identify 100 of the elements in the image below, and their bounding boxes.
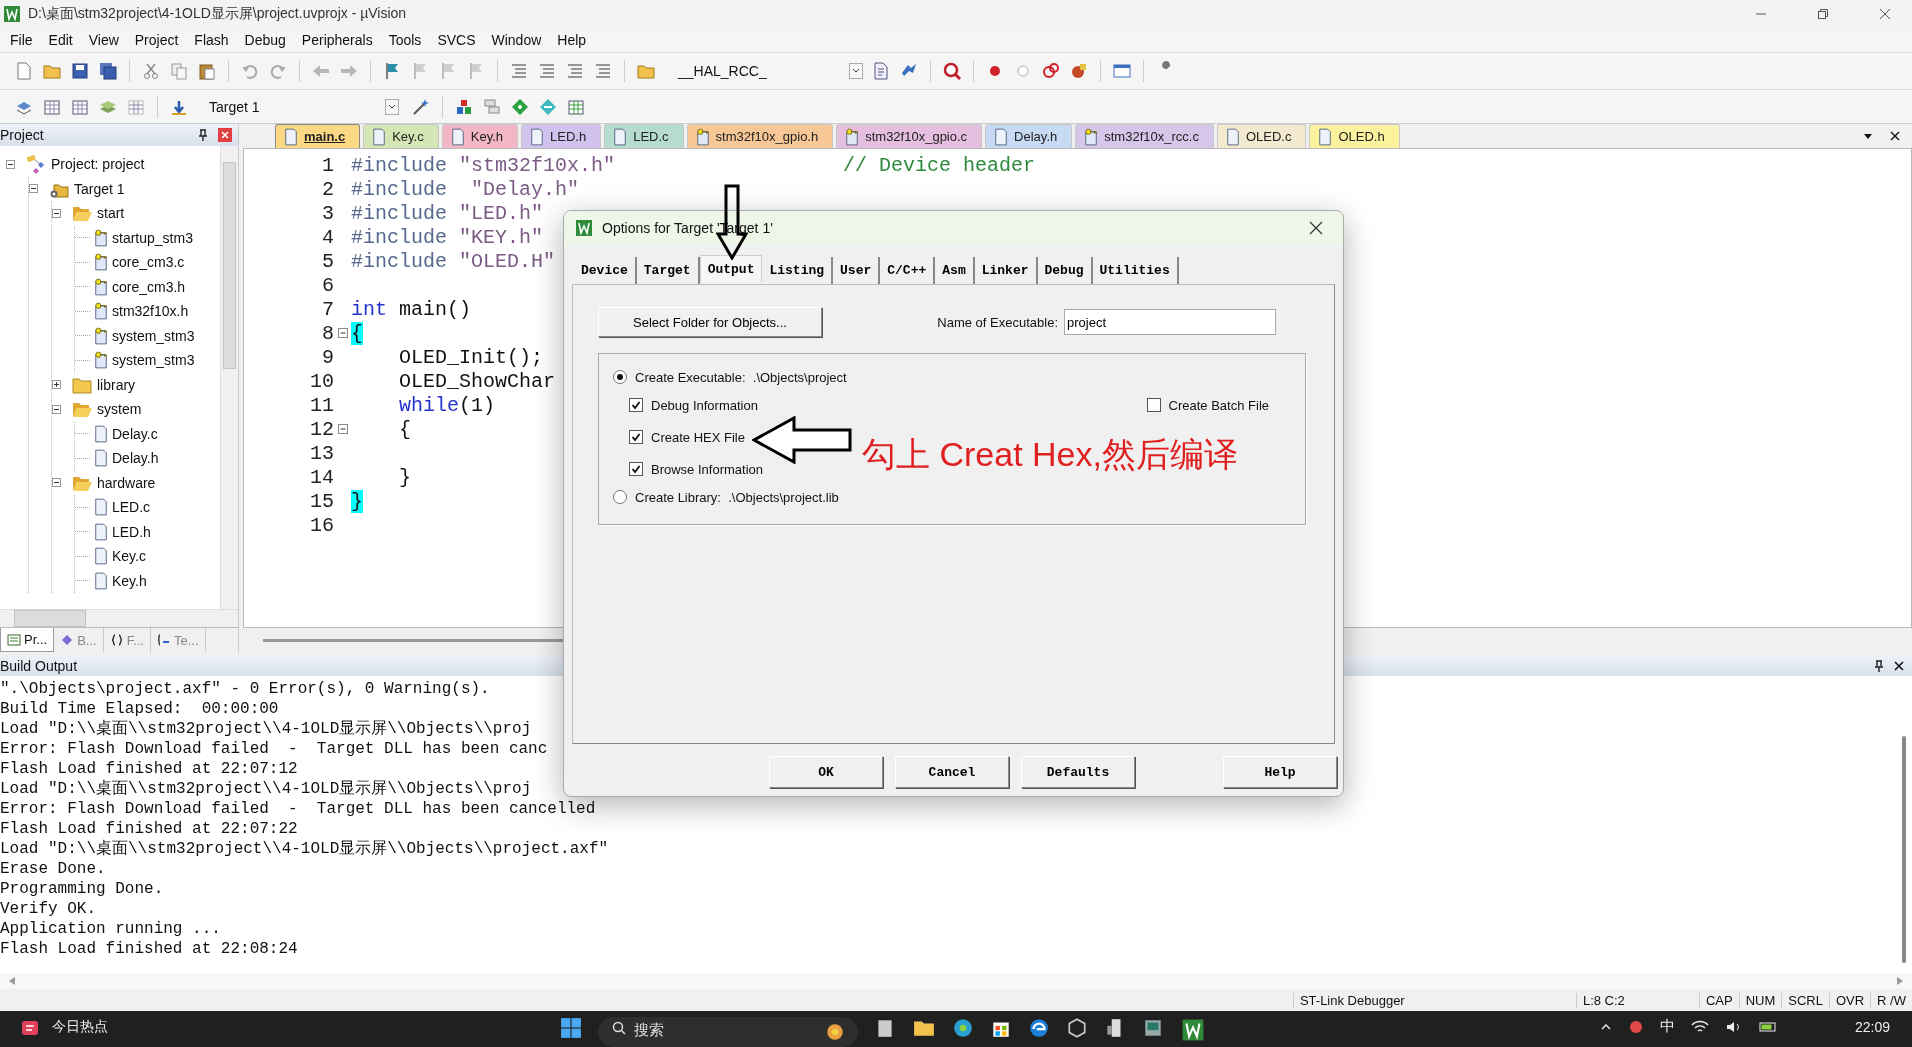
tree-item[interactable]: Key.c — [112, 548, 146, 565]
tree-item[interactable]: library — [97, 376, 136, 393]
menu-item[interactable]: Tools — [380, 30, 430, 50]
comment-icon[interactable] — [565, 61, 585, 81]
executable-name-field[interactable]: project — [1064, 309, 1276, 335]
menu-item[interactable]: Window — [483, 30, 550, 50]
collapse-toggle[interactable] — [52, 478, 61, 488]
rings-icon[interactable] — [1041, 61, 1061, 81]
dialog-tab[interactable]: Linker — [974, 257, 1038, 284]
scroll-right-icon[interactable] — [1896, 976, 1904, 986]
panel-tab[interactable]: Pr... — [0, 628, 55, 652]
radio-button[interactable] — [613, 370, 627, 384]
tree-item[interactable]: start — [97, 205, 125, 222]
dialog-tab[interactable]: Utilities — [1092, 257, 1179, 284]
dialog-button[interactable]: OK — [769, 756, 883, 788]
chip-icon[interactable] — [1069, 61, 1089, 81]
dialog-tab[interactable]: User — [833, 257, 881, 284]
tree-item[interactable]: stm32f10x.h — [112, 303, 189, 320]
tree-item[interactable]: hardware — [97, 474, 156, 491]
menu-item[interactable]: Peripherals — [293, 30, 381, 50]
tree-item[interactable]: system_stm3 — [112, 352, 195, 369]
file-tab[interactable]: LED.h — [521, 124, 602, 148]
tree-item[interactable]: Project: project — [51, 156, 145, 173]
menu-item[interactable]: Edit — [40, 30, 81, 50]
tree-item[interactable]: core_cm3.c — [112, 254, 185, 271]
save-icon[interactable] — [70, 61, 90, 81]
dialog-tab[interactable]: Asm — [935, 257, 975, 284]
collapse-icon[interactable] — [338, 328, 348, 338]
file-tab[interactable]: Key.h — [441, 124, 519, 148]
horizontal-scrollbar[interactable] — [263, 638, 563, 642]
menu-item[interactable]: SVCS — [429, 30, 484, 50]
tree-item[interactable]: Target 1 — [74, 180, 125, 197]
close-icon[interactable] — [1879, 8, 1891, 20]
horizontal-scrollbar[interactable] — [0, 609, 238, 627]
menu-item[interactable]: File — [2, 30, 41, 50]
expand-toggle[interactable] — [52, 380, 61, 390]
battery-icon[interactable] — [1758, 1019, 1779, 1034]
dropdown-icon[interactable] — [385, 98, 399, 115]
file-tab[interactable]: stm32f10x_gpio.c — [836, 124, 983, 148]
scissors-icon[interactable] — [141, 61, 161, 81]
vertical-scrollbar[interactable] — [220, 146, 238, 609]
select-folder-button[interactable]: Select Folder for Objects... — [598, 307, 822, 337]
indent-icon[interactable] — [509, 61, 529, 81]
pin-icon[interactable] — [1874, 660, 1884, 672]
tree-item[interactable]: Key.h — [112, 572, 147, 589]
widget-label[interactable]: 今日热点 — [52, 1018, 108, 1036]
app-tray-icon[interactable] — [1627, 1018, 1644, 1035]
app-icon[interactable] — [1066, 1017, 1088, 1039]
collapse-toggle[interactable] — [29, 184, 38, 194]
app-icon[interactable] — [1142, 1017, 1164, 1039]
menu-item[interactable]: View — [80, 30, 127, 50]
dialog-tab[interactable]: Device — [574, 257, 637, 284]
file-tab[interactable]: stm32f10x_rcc.c — [1075, 124, 1214, 148]
tree-item[interactable]: Delay.c — [112, 425, 158, 442]
dialog-tab[interactable]: C/C++ — [880, 257, 936, 284]
tree-item[interactable]: core_cm3.h — [112, 278, 186, 295]
file-tab[interactable]: Delay.h — [985, 124, 1073, 148]
browser-icon[interactable] — [1028, 1017, 1050, 1039]
collapse-toggle[interactable] — [6, 159, 15, 169]
dialog-button[interactable]: Help — [1223, 756, 1337, 788]
uncomment-icon[interactable] — [593, 61, 613, 81]
windows-start-icon[interactable] — [560, 1017, 582, 1039]
collapse-toggle[interactable] — [52, 208, 61, 218]
file-tab[interactable]: Key.c — [363, 124, 439, 148]
save-all-icon[interactable] — [98, 61, 118, 81]
dialog-tab[interactable]: Debug — [1037, 257, 1093, 284]
restore-icon[interactable] — [1817, 8, 1829, 20]
tree-item[interactable]: LED.h — [112, 523, 151, 540]
diamond-icon[interactable] — [510, 96, 530, 117]
close-icon[interactable] — [1894, 661, 1904, 671]
tree-item[interactable]: LED.c — [112, 499, 151, 516]
radio-button[interactable] — [613, 490, 627, 504]
window-icon[interactable] — [1112, 61, 1132, 81]
dialog-button[interactable]: Defaults — [1021, 756, 1135, 788]
checkbox[interactable] — [629, 462, 643, 476]
menu-item[interactable]: Flash — [186, 30, 237, 50]
wifi-icon[interactable] — [1690, 1019, 1709, 1034]
scroll-left-icon[interactable] — [8, 976, 16, 986]
collapse-toggle[interactable] — [52, 404, 61, 414]
file-tab[interactable]: OLED.h — [1309, 124, 1400, 148]
dropdown-icon[interactable] — [1863, 131, 1873, 141]
tree-item[interactable]: Delay.h — [112, 450, 159, 467]
menu-item[interactable]: Project — [126, 30, 187, 50]
menu-item[interactable]: Debug — [236, 30, 294, 50]
dialog-tab[interactable]: Output — [699, 255, 763, 282]
checkbox[interactable] — [629, 430, 643, 444]
paste-icon[interactable] — [197, 61, 217, 81]
file-tab[interactable]: main.c — [275, 124, 361, 148]
input-method-indicator[interactable]: 中 — [1659, 1017, 1675, 1036]
menu-item[interactable]: Help — [549, 30, 595, 50]
magnifier-icon[interactable] — [942, 61, 962, 81]
search-field[interactable]: 搜索 — [598, 1017, 858, 1047]
pin-icon[interactable] — [198, 129, 208, 141]
close-icon[interactable] — [1890, 131, 1900, 141]
file-tab[interactable]: stm32f10x_gpio.h — [686, 124, 834, 148]
outdent-icon[interactable] — [537, 61, 557, 81]
tree-item[interactable]: system_stm3 — [112, 327, 195, 344]
app-icon[interactable] — [1180, 1017, 1206, 1043]
close-icon[interactable] — [1309, 221, 1323, 235]
tree-item[interactable]: system — [97, 401, 142, 418]
